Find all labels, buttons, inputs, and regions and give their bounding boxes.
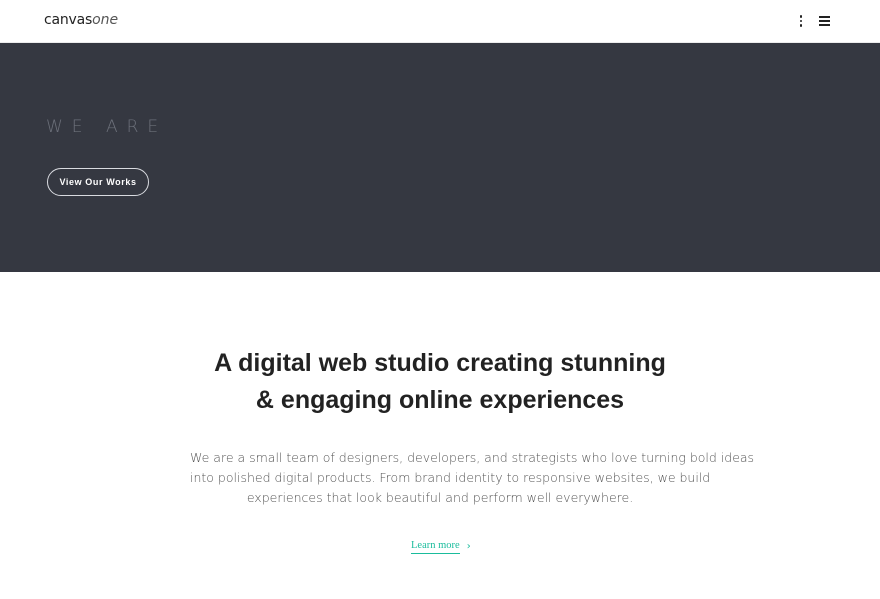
more-vertical-icon (799, 15, 803, 27)
intro-title-line: & engaging online experiences (255, 386, 625, 414)
menu-button[interactable] (815, 12, 833, 30)
intro-title-line: A digital web studio creating stunning (214, 349, 666, 377)
learn-more-link[interactable]: Learn more › (411, 539, 471, 555)
hero-section: WE ARE View Our Works (0, 43, 880, 272)
logo-main-text: canvas (44, 12, 93, 28)
logo[interactable]: canvas one (44, 12, 118, 30)
intro-description-line: into polished digital products. From bra… (190, 470, 711, 485)
site-header: canvas one (0, 0, 880, 43)
view-our-works-button[interactable]: View Our Works (47, 168, 149, 196)
intro-title: A digital web studio creating stunning &… (0, 345, 880, 419)
logo-accent-text: one (92, 12, 119, 28)
hero-eyebrow: WE ARE (46, 117, 168, 137)
intro-description-line: We are a small team of designers, develo… (190, 450, 755, 465)
learn-more-label: Learn more (411, 540, 460, 554)
chevron-right-icon: › (466, 541, 471, 552)
intro-description-line: experiences that look beautiful and perf… (246, 490, 634, 505)
hamburger-menu-icon (818, 16, 830, 26)
intro-description: We are a small team of designers, develo… (190, 448, 755, 508)
more-options-button[interactable] (792, 12, 810, 30)
